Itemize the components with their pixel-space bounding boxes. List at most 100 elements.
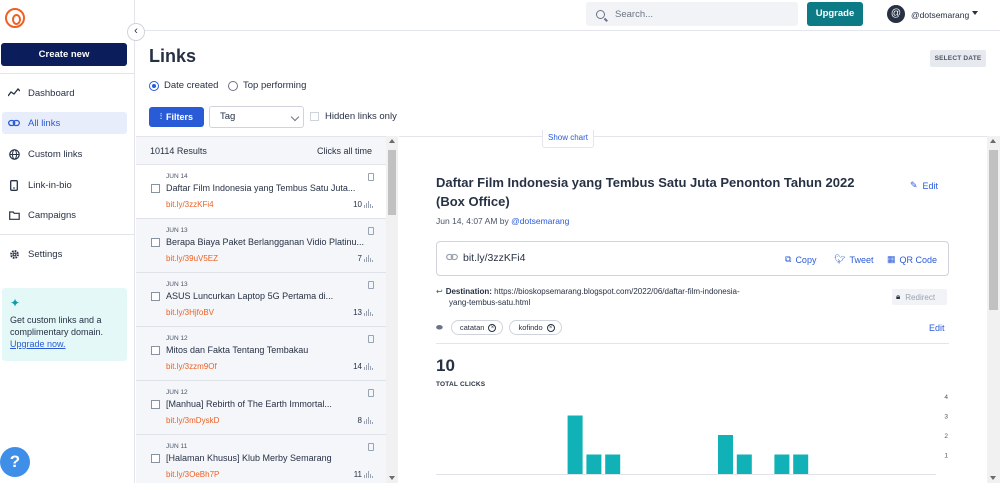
scroll-thumb[interactable] — [989, 150, 998, 310]
detail-divider — [399, 136, 987, 137]
short-link-box: bit.ly/3zzKFi4 ⧉ Copy 🐦︎ Tweet ▦ QR Code — [436, 241, 949, 276]
sidebar-item-link-in-bio[interactable]: Link-in-bio — [2, 174, 127, 196]
chart-bar[interactable] — [567, 415, 583, 475]
sort-top-performing-radio[interactable]: Top performing — [228, 80, 306, 91]
filter-icon: ⫶ — [159, 112, 162, 121]
clipboard-icon — [368, 443, 374, 451]
link-checkbox[interactable] — [151, 238, 160, 247]
filters-button[interactable]: ⫶ Filters — [149, 107, 204, 127]
bitly-logo[interactable] — [5, 8, 25, 28]
collapse-sidebar-button[interactable]: ‹ — [127, 23, 145, 41]
total-clicks-label: TOTAL CLICKS — [436, 381, 486, 388]
clipboard-icon — [368, 389, 374, 397]
list-item[interactable]: JUN 14 Daftar Film Indonesia yang Tembus … — [136, 165, 386, 219]
short-link[interactable]: bit.ly/3HjfoBV — [166, 308, 214, 317]
destination-url-cont[interactable]: yang-tembus-satu.html — [449, 297, 530, 308]
upgrade-now-link[interactable]: Upgrade now. — [10, 339, 66, 349]
click-count: 7 — [357, 254, 362, 263]
scroll-up-icon[interactable] — [389, 139, 395, 143]
tag-select[interactable]: Tag — [209, 106, 304, 128]
click-count: 10 — [353, 200, 362, 209]
username[interactable]: @dotsemarang — [911, 10, 969, 20]
link-checkbox[interactable] — [151, 292, 160, 301]
link-checkbox[interactable] — [151, 400, 160, 409]
chart-bar[interactable] — [605, 454, 621, 475]
search-icon — [596, 9, 605, 19]
tweet-button[interactable]: 🐦︎ Tweet — [834, 254, 873, 265]
sidebar-item-custom-links[interactable]: Custom links — [2, 143, 127, 165]
show-chart-button[interactable]: Show chart — [542, 130, 594, 148]
upgrade-promo: ✦ Get custom links and a complimentary d… — [2, 288, 127, 361]
sidebar-item-campaigns[interactable]: Campaigns — [2, 204, 127, 226]
chart-bar[interactable] — [736, 454, 752, 475]
copy-icon: ⧉ — [785, 254, 792, 264]
edit-link-button[interactable]: ✎ Edit — [910, 180, 938, 191]
list-item[interactable]: JUN 12 Mitos dan Fakta Tentang Tembakau bi… — [136, 327, 386, 381]
search-bar[interactable] — [586, 2, 798, 26]
short-link[interactable]: bit.ly/3zzm9Of — [166, 362, 217, 371]
scroll-up-icon[interactable] — [990, 139, 996, 143]
copy-button[interactable]: ⧉ Copy — [785, 254, 816, 265]
create-new-button[interactable]: Create new — [1, 43, 127, 66]
select-date-button[interactable]: SELECT DATE — [930, 50, 986, 67]
remove-tag-icon[interactable]: × — [488, 323, 497, 332]
creator-link[interactable]: @dotsemarang — [511, 216, 569, 226]
tag-chip[interactable]: catatan × — [450, 320, 504, 335]
lock-icon: 🔒︎ — [896, 292, 901, 301]
chart-bar[interactable] — [718, 435, 733, 474]
short-link[interactable]: bit.ly/39uV5EZ — [166, 254, 218, 263]
remove-tag-icon[interactable]: × — [546, 323, 555, 332]
link-date: JUN 12 — [166, 335, 188, 342]
list-scrollbar[interactable] — [386, 136, 398, 483]
search-input[interactable] — [615, 8, 785, 20]
chart-bar[interactable] — [586, 454, 602, 475]
redirect-button[interactable]: 🔒︎ Redirect — [892, 289, 947, 305]
short-link[interactable]: bit.ly/3zzKFi4 — [463, 252, 525, 264]
tag-icon: ⬬ — [436, 322, 443, 332]
scroll-down-icon[interactable] — [389, 476, 395, 480]
short-link[interactable]: bit.ly/3zzKFi4 — [166, 200, 214, 209]
qr-code-button[interactable]: ▦ QR Code — [887, 254, 937, 265]
chart-bar[interactable] — [793, 454, 809, 475]
bar-chart-icon — [364, 309, 374, 316]
chart-bar[interactable] — [774, 454, 790, 475]
sidebar-item-label: Dashboard — [28, 87, 75, 99]
sidebar-item-label: Link-in-bio — [28, 179, 72, 191]
link-checkbox[interactable] — [151, 346, 160, 355]
sidebar-item-settings[interactable]: Settings — [2, 243, 127, 265]
hidden-links-label: Hidden links only — [325, 111, 397, 122]
avatar[interactable]: @ — [887, 5, 905, 23]
sidebar-item-all-links[interactable]: All links — [2, 112, 127, 134]
redirect-arrow-icon: ↩ — [436, 287, 443, 296]
list-item[interactable]: JUN 11 [Halaman Khusus] Klub Merby Semara… — [136, 435, 386, 483]
sort-date-created-radio[interactable]: Date created — [149, 80, 218, 91]
list-item[interactable]: JUN 13 ASUS Luncurkan Laptop 5G Pertama d… — [136, 273, 386, 327]
link-checkbox[interactable] — [151, 454, 160, 463]
upgrade-button[interactable]: Upgrade — [807, 2, 863, 26]
scroll-thumb[interactable] — [388, 150, 396, 215]
filters-label: Filters — [165, 112, 193, 122]
bitly-app: Create new Dashboard All links Custom li… — [0, 0, 1000, 483]
help-button[interactable]: ? — [0, 447, 30, 477]
hidden-links-checkbox[interactable]: Hidden links only — [310, 111, 397, 122]
short-link[interactable]: bit.ly/3mDyskD — [166, 416, 219, 425]
sidebar-item-dashboard[interactable]: Dashboard — [2, 82, 127, 104]
short-link[interactable]: bit.ly/3OeBh7P — [166, 470, 219, 479]
list-item[interactable]: JUN 13 Berapa Biaya Paket Berlangganan Vi… — [136, 219, 386, 273]
clicks-all-time-sort[interactable]: Clicks all time — [317, 146, 372, 156]
link-title: Daftar Film Indonesia yang Tembus Satu J… — [436, 175, 855, 209]
clipboard-icon — [368, 281, 374, 289]
header-divider — [136, 30, 1000, 31]
pencil-icon: ✎ — [910, 180, 918, 190]
destination: ↩ Destination: https://bioskopsemarang.bl… — [436, 286, 836, 307]
link-date: JUN 12 — [166, 389, 188, 396]
link-title: ASUS Luncurkan Laptop 5G Pertama di... — [166, 291, 334, 301]
destination-url[interactable]: https://bioskopsemarang.blogspot.com/202… — [494, 287, 739, 296]
edit-tags-button[interactable]: Edit — [929, 323, 945, 333]
chevron-down-icon[interactable] — [972, 11, 978, 15]
tag-chip[interactable]: kofindo × — [509, 320, 562, 335]
list-item[interactable]: JUN 12 [Manhua] Rebirth of The Earth Immo… — [136, 381, 386, 435]
scroll-down-icon[interactable] — [990, 476, 996, 480]
detail-scrollbar[interactable] — [987, 136, 1000, 483]
link-checkbox[interactable] — [151, 184, 160, 193]
